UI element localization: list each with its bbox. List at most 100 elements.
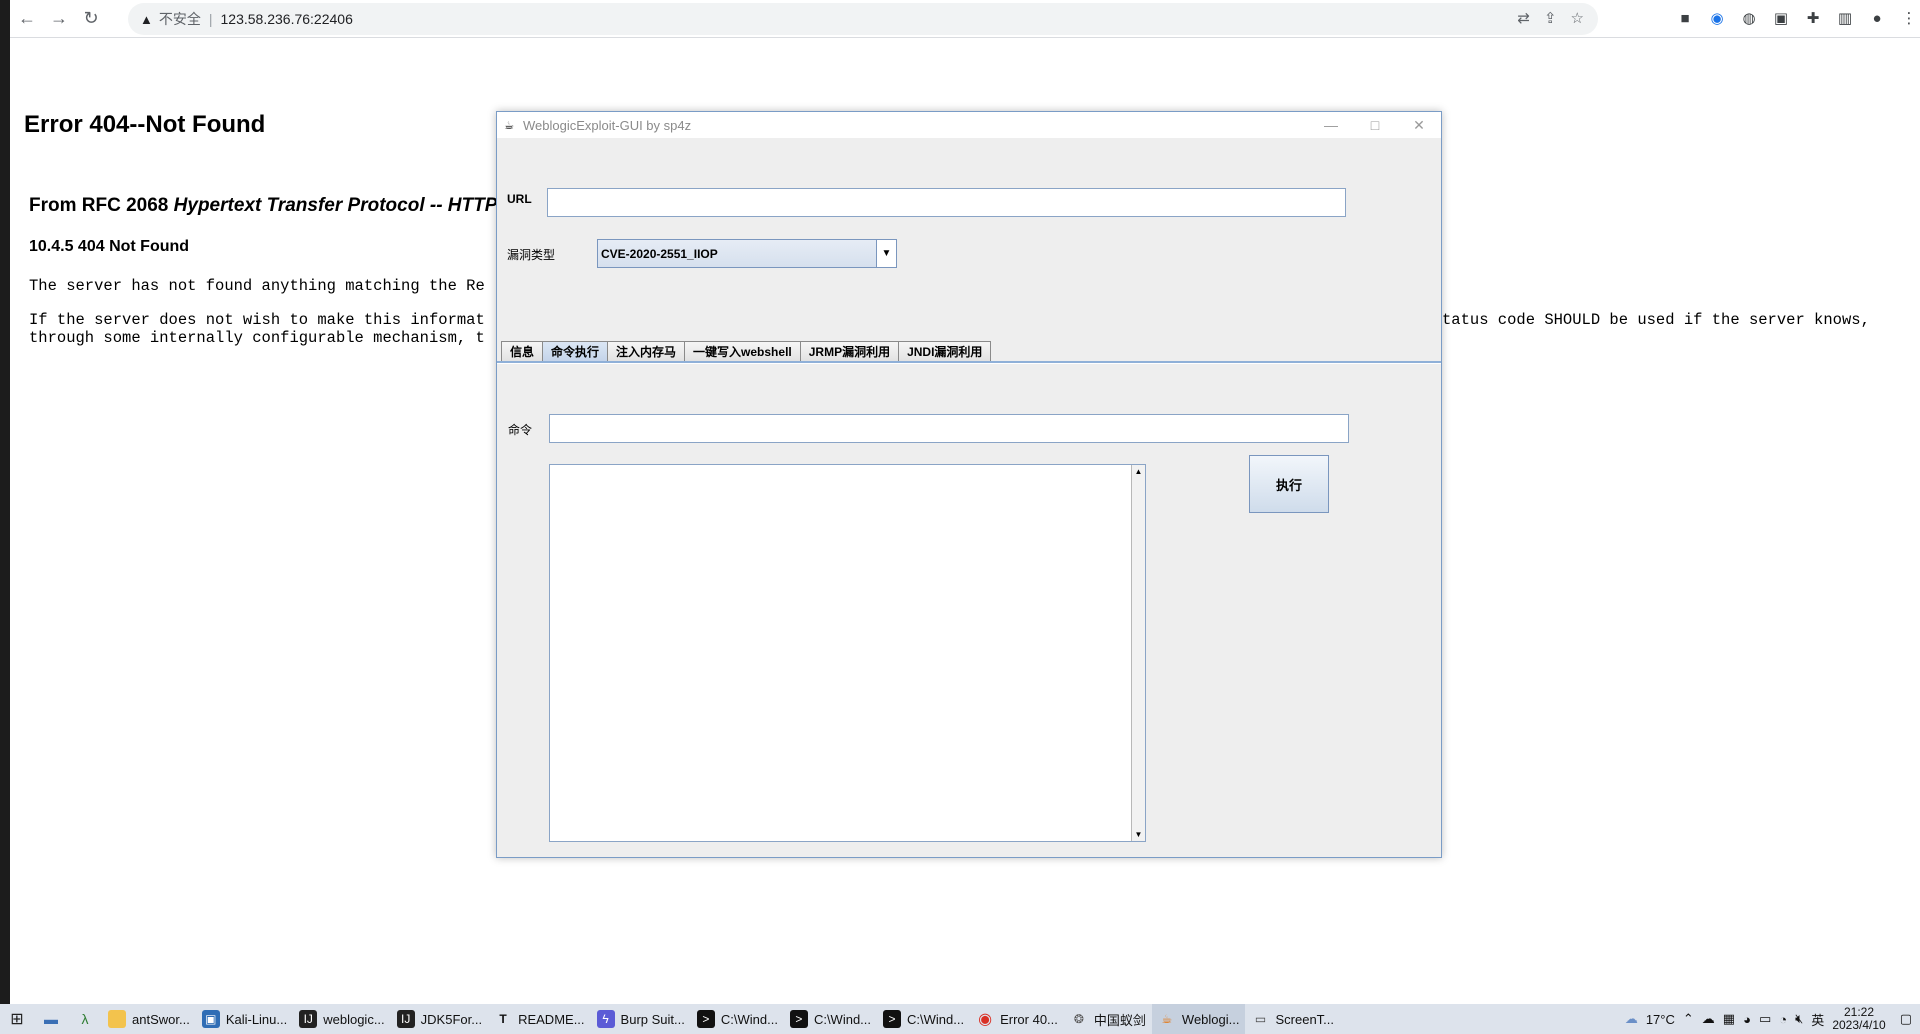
rfc-italic: Hypertext Transfer Protocol -- HTTP/ (173, 195, 503, 216)
taskbar-item-cmd-3[interactable]: > C:\Wind... (877, 1004, 970, 1034)
taskbar-item-weblogic-idea[interactable]: IJ weblogic... (293, 1004, 390, 1034)
taskbar-item-burp[interactable]: ϟ Burp Suit... (591, 1004, 691, 1034)
extension-h-icon[interactable]: ■ (1675, 8, 1695, 28)
address-bar[interactable]: ▲ 不安全 | 123.58.236.76:22406 ⇄ ⇪ ☆ (128, 3, 1598, 35)
forward-icon[interactable]: → (44, 4, 74, 34)
weather-temp[interactable]: 17°C (1646, 1012, 1675, 1027)
vuln-type-label: 漏洞类型 (507, 248, 556, 262)
sidepanel-icon[interactable]: ▥ (1835, 8, 1855, 28)
vuln-type-select[interactable]: CVE-2020-2551_IIOP ▼ (597, 239, 897, 268)
taskbar-item-chrome[interactable]: ◉ Error 40... (970, 1004, 1064, 1034)
typora-icon: T (499, 1012, 507, 1026)
taskbar-item-readme[interactable]: T README... (488, 1004, 590, 1034)
security-label: 不安全 (158, 11, 201, 27)
scroll-up-icon[interactable]: ▲ (1132, 465, 1145, 478)
lambda-app-icon[interactable]: λ (68, 1004, 102, 1034)
cloud-icon[interactable]: ☁ (1702, 1011, 1715, 1027)
taskbar-item-label: antSwor... (132, 1011, 190, 1027)
java-icon: ☕ (1161, 1012, 1173, 1026)
window-body: URL 漏洞类型 CVE-2020-2551_IIOP ▼ 信息 命令执行 注入… (497, 138, 1441, 857)
tab-info[interactable]: 信息 (501, 341, 544, 361)
body-line-2c: tatus code SHOULD be used if the server … (1442, 311, 1870, 329)
windows-start-icon[interactable]: ⊞ (0, 1004, 34, 1034)
maximize-icon[interactable]: □ (1353, 112, 1397, 138)
window-titlebar[interactable]: ☕ WeblogicExploit-GUI by sp4z — □ ✕ (497, 112, 1441, 138)
output-textarea[interactable]: ▲ ▼ (549, 464, 1146, 842)
tab-jrmp[interactable]: JRMP漏洞利用 (799, 341, 900, 361)
bookmark-star-icon[interactable]: ☆ (1571, 9, 1584, 27)
chrome-icon: ◉ (978, 1011, 993, 1028)
tab-command-exec[interactable]: 命令执行 (542, 341, 609, 361)
address-separator: | (208, 11, 213, 27)
qq-icon[interactable]: ◕ (1743, 1012, 1751, 1027)
execute-button[interactable]: 执行 (1249, 455, 1329, 513)
taskbar-item-label: C:\Wind... (907, 1011, 965, 1027)
idea-icon: IJ (299, 1010, 318, 1028)
warning-icon: ▲ (140, 11, 153, 27)
taskbar-item-kali[interactable]: ▣ Kali-Linu... (196, 1004, 293, 1034)
url-text: 123.58.236.76:22406 (220, 11, 353, 27)
taskbar-item-label: Error 40... (1000, 1011, 1058, 1027)
taskbar-item-antsword-folder[interactable]: antSwor... (102, 1004, 196, 1034)
system-tray: ☁ 17°C ⌃ ☁ ▦ ◕ ▭ ◔ 🔇︎ 英 21:22 2023/4/10 … (1625, 1004, 1920, 1034)
page-title: Error 404--Not Found (24, 111, 266, 138)
tab-jndi[interactable]: JNDI漏洞利用 (898, 341, 992, 361)
vuln-type-value: CVE-2020-2551_IIOP (601, 246, 718, 261)
taskbar-item-weblogic-gui[interactable]: ☕ Weblogi... (1151, 1004, 1246, 1034)
back-icon[interactable]: ← (12, 4, 42, 34)
weather-icon[interactable]: ☁ (1625, 1011, 1638, 1027)
clock[interactable]: 21:22 2023/4/10 (1832, 1006, 1885, 1032)
taskbar-item-label: Burp Suit... (620, 1011, 685, 1027)
tab-memshell[interactable]: 注入内存马 (607, 341, 686, 361)
extension-proxy-icon[interactable]: ◍ (1739, 8, 1759, 28)
taskbar-item-antsword[interactable]: ❂ 中国蚁剑 (1064, 1004, 1152, 1034)
wifi-icon[interactable]: ◔ (1779, 1012, 1787, 1027)
battery-icon[interactable]: ▭ (1759, 1011, 1771, 1027)
tab-webshell[interactable]: 一键写入webshell (684, 341, 801, 361)
chevron-down-icon[interactable]: ▼ (876, 240, 896, 267)
notification-icon[interactable]: ▢ (1900, 1011, 1912, 1027)
profile-avatar-icon[interactable]: ● (1867, 8, 1887, 28)
reload-icon[interactable]: ↻ (76, 4, 106, 34)
volume-mute-icon[interactable]: 🔇︎ (1795, 1011, 1803, 1027)
taskbar-item-label: Weblogi... (1181, 1011, 1240, 1027)
extension-screenshot-icon[interactable]: ▣ (1771, 8, 1791, 28)
desktop-icon[interactable]: ▬ (34, 1004, 68, 1034)
body-line-1: The server has not found anything matchi… (29, 277, 485, 295)
taskbar-item-cmd-2[interactable]: > C:\Wind... (784, 1004, 877, 1034)
taskbar-item-label: README... (518, 1011, 585, 1027)
url-input[interactable] (547, 188, 1346, 217)
tray-expand-icon[interactable]: ⌃ (1683, 1011, 1694, 1027)
output-scrollbar[interactable]: ▲ ▼ (1131, 465, 1145, 841)
body-line-2b: through some internally configurable mec… (29, 329, 485, 347)
taskbar-item-label: C:\Wind... (720, 1011, 778, 1027)
taskbar-item-label: ScreenT... (1275, 1011, 1335, 1027)
clock-date: 2023/4/10 (1832, 1018, 1886, 1032)
cmd-icon: > (789, 1010, 808, 1028)
status-heading: 10.4.5 404 Not Found (29, 238, 190, 255)
extension-circle-icon[interactable]: ◉ (1707, 8, 1727, 28)
antsword-icon: ❂ (1073, 1012, 1084, 1026)
taskbar-item-cmd-1[interactable]: > C:\Wind... (691, 1004, 784, 1034)
translate-icon[interactable]: ⇄ (1517, 9, 1530, 27)
url-label: URL (507, 192, 532, 206)
command-input[interactable] (549, 414, 1349, 443)
close-icon[interactable]: ✕ (1397, 112, 1441, 138)
share-icon[interactable]: ⇪ (1544, 9, 1557, 27)
taskbar-item-label: Kali-Linu... (225, 1011, 288, 1027)
screen-icon: ▭ (1254, 1012, 1267, 1026)
taskbar-item-label: JDK5For... (420, 1011, 483, 1027)
network-icon[interactable]: ▦ (1723, 1011, 1735, 1027)
ime-indicator[interactable]: 英 (1811, 1010, 1824, 1029)
taskbar-item-jdk5-idea[interactable]: IJ JDK5For... (391, 1004, 488, 1034)
burp-icon: ϟ (596, 1010, 615, 1028)
menu-kebab-icon[interactable]: ⋮ (1899, 8, 1919, 28)
scroll-down-icon[interactable]: ▼ (1132, 828, 1145, 841)
folder-icon (108, 1010, 126, 1028)
vm-icon: ▣ (201, 1010, 220, 1028)
idea-icon: IJ (396, 1010, 415, 1028)
taskbar-item-screentool[interactable]: ▭ ScreenT... (1245, 1004, 1340, 1034)
minimize-icon[interactable]: — (1309, 112, 1353, 138)
taskbar-item-label: C:\Wind... (813, 1011, 872, 1027)
extensions-puzzle-icon[interactable]: ✚ (1803, 8, 1823, 28)
